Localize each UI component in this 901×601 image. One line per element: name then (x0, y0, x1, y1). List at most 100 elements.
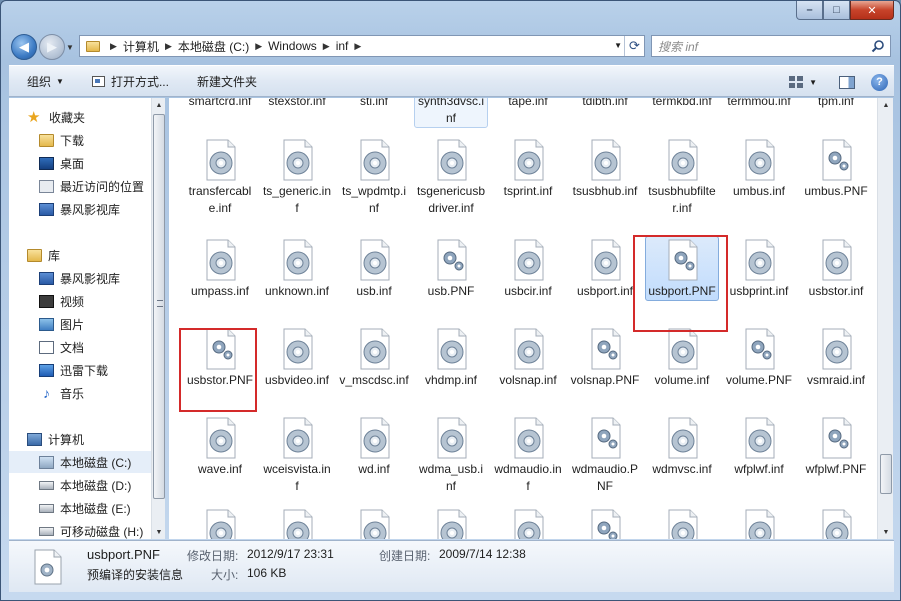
file-item[interactable]: umbus.inf (722, 136, 796, 201)
sidebar-computer[interactable]: 计算机 (27, 428, 84, 450)
help-icon[interactable]: ? (871, 73, 888, 91)
file-item[interactable]: wceisvista.inf (260, 414, 334, 496)
file-item[interactable]: tape.inf (491, 98, 565, 111)
sidebar-item-recent-places[interactable]: 最近访问的位置 (39, 175, 144, 197)
file-item[interactable]: termmou.inf (722, 98, 796, 111)
scroll-up-icon[interactable]: ▲ (152, 98, 166, 112)
scrollbar-thumb[interactable] (153, 114, 165, 499)
sidebar-item-music[interactable]: ♪ 音乐 (39, 382, 84, 404)
sidebar-libraries[interactable]: 库 (27, 244, 60, 266)
file-item[interactable]: vhdmp.inf (414, 325, 488, 390)
file-item[interactable]: wd.inf (337, 414, 411, 479)
file-item[interactable]: usbcir.inf (491, 236, 565, 301)
sidebar-item-desktop[interactable]: 桌面 (39, 152, 84, 174)
sidebar-item-drive-e[interactable]: 本地磁盘 (E:) (39, 497, 131, 519)
search-input[interactable]: 搜索 inf (651, 35, 891, 57)
file-item[interactable]: wfplwf.PNF (799, 414, 873, 479)
file-item[interactable]: synth3dvsc.inf (414, 98, 488, 128)
file-item[interactable]: wdmaudio.inf (491, 414, 565, 496)
file-item[interactable]: volsnap.PNF (568, 325, 642, 390)
file-item[interactable] (260, 506, 334, 539)
breadcrumb-windows[interactable]: Windows (268, 39, 317, 53)
file-item[interactable] (414, 506, 488, 539)
change-view-icon[interactable] (789, 76, 804, 88)
sidebar-favorites[interactable]: ★ 收藏夹 (27, 106, 85, 128)
file-item[interactable]: wfplwf.inf (722, 414, 796, 479)
navigation-scrollbar[interactable]: ▲ ▼ (151, 98, 165, 539)
breadcrumb-separator-icon[interactable]: ▶ (354, 41, 361, 52)
file-item[interactable]: usbprint.inf (722, 236, 796, 301)
file-item[interactable]: usbvideo.inf (260, 325, 334, 390)
maximize-button[interactable]: □ (823, 1, 850, 20)
breadcrumb-separator-icon[interactable]: ▶ (110, 41, 117, 52)
file-item[interactable]: ts_generic.inf (260, 136, 334, 218)
sidebar-item-thunder-downloads[interactable]: 迅雷下载 (39, 359, 108, 381)
sidebar-item-baofeng-lib[interactable]: 暴风影视库 (39, 267, 120, 289)
file-item[interactable]: vsmraid.inf (799, 325, 873, 390)
file-item[interactable]: umpass.inf (183, 236, 257, 301)
file-item[interactable]: usbstor.inf (799, 236, 873, 301)
breadcrumb-separator-icon[interactable]: ▶ (255, 41, 262, 52)
file-item[interactable] (337, 506, 411, 539)
breadcrumb-inf[interactable]: inf (336, 39, 349, 53)
file-item[interactable] (183, 506, 257, 539)
preview-pane-icon[interactable] (839, 75, 855, 89)
file-item[interactable]: wdmvsc.inf (645, 414, 719, 479)
breadcrumb-separator-icon[interactable]: ▶ (165, 41, 172, 52)
scroll-up-icon[interactable]: ▲ (879, 98, 893, 112)
search-icon[interactable] (871, 39, 885, 53)
refresh-icon[interactable]: ⟳ (624, 36, 644, 56)
file-item[interactable]: smartcrd.inf (183, 98, 257, 111)
file-item[interactable]: ts_wpdmtp.inf (337, 136, 411, 218)
file-item[interactable]: wdma_usb.inf (414, 414, 488, 496)
recent-pages-dropdown[interactable]: ▼ (66, 43, 74, 52)
breadcrumb-computer[interactable]: 计算机 (123, 38, 159, 55)
file-item[interactable]: wdmaudio.PNF (568, 414, 642, 496)
sidebar-item-drive-h[interactable]: 可移动磁盘 (H:) (39, 520, 143, 539)
file-item[interactable]: v_mscdsc.inf (337, 325, 411, 390)
sidebar-item-drive-c[interactable]: 本地磁盘 (C:) (9, 451, 151, 473)
sidebar-item-pictures[interactable]: 图片 (39, 313, 84, 335)
file-item[interactable] (722, 506, 796, 539)
scroll-down-icon[interactable]: ▼ (152, 525, 166, 539)
sidebar-item-baofeng-fav[interactable]: 暴风影视库 (39, 198, 120, 220)
organize-button[interactable]: 组织 ▼ (9, 66, 74, 96)
scroll-down-icon[interactable]: ▼ (879, 525, 893, 539)
file-item[interactable]: volume.PNF (722, 325, 796, 390)
file-item[interactable]: stexstor.inf (260, 98, 334, 111)
sidebar-item-documents[interactable]: 文档 (39, 336, 84, 358)
file-item[interactable]: tsusbhub.inf (568, 136, 642, 201)
minimize-button[interactable]: – (796, 1, 823, 20)
file-item[interactable] (568, 506, 642, 539)
file-item[interactable]: wave.inf (183, 414, 257, 479)
new-folder-button[interactable]: 新建文件夹 (179, 66, 267, 96)
sidebar-item-videos[interactable]: 视频 (39, 290, 84, 312)
file-item[interactable]: tdibth.inf (568, 98, 642, 111)
file-item[interactable]: usb.inf (337, 236, 411, 301)
file-item[interactable]: usb.PNF (414, 236, 488, 301)
sidebar-item-drive-d[interactable]: 本地磁盘 (D:) (39, 474, 131, 496)
file-item[interactable] (645, 506, 719, 539)
file-item[interactable]: tsgenericusbdriver.inf (414, 136, 488, 218)
address-bar[interactable]: ▶ 计算机 ▶ 本地磁盘 (C:) ▶ Windows ▶ inf ▶ ▼ ⟳ (79, 35, 645, 57)
file-item[interactable]: usbport.inf (568, 236, 642, 301)
address-history-dropdown[interactable]: ▼ (614, 41, 622, 50)
file-item[interactable]: tpm.inf (799, 98, 873, 111)
file-item[interactable]: termkbd.inf (645, 98, 719, 111)
file-item[interactable] (491, 506, 565, 539)
file-item[interactable]: umbus.PNF (799, 136, 873, 201)
file-item[interactable]: sti.inf (337, 98, 411, 111)
scrollbar-thumb[interactable] (880, 454, 892, 494)
chevron-down-icon[interactable]: ▼ (809, 78, 817, 87)
close-button[interactable]: ✕ (850, 1, 894, 20)
back-button[interactable]: ◀ (11, 34, 37, 60)
open-with-button[interactable]: 打开方式... (74, 66, 179, 96)
breadcrumb-drive-c[interactable]: 本地磁盘 (C:) (178, 38, 249, 55)
breadcrumb-separator-icon[interactable]: ▶ (323, 41, 330, 52)
file-item[interactable]: transfercable.inf (183, 136, 257, 218)
sidebar-item-downloads[interactable]: 下载 (39, 129, 84, 151)
file-item[interactable]: tsusbhubfilter.inf (645, 136, 719, 218)
file-item[interactable]: volume.inf (645, 325, 719, 390)
file-item[interactable]: tsprint.inf (491, 136, 565, 201)
file-list-scrollbar[interactable]: ▲ ▼ (877, 98, 893, 539)
